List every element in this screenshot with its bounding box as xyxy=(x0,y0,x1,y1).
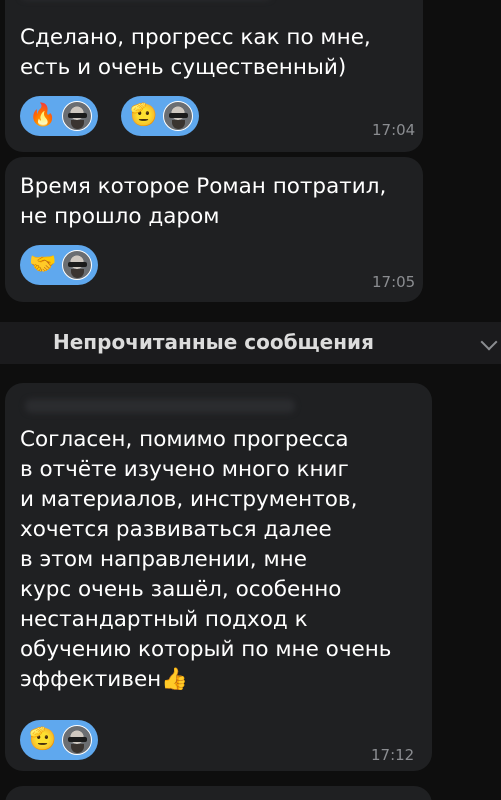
message-text: Согласен, помимо прогресса в отчёте изуч… xyxy=(20,427,392,692)
reaction-handshake[interactable]: 🤝 xyxy=(20,245,98,285)
message-bubble[interactable] xyxy=(5,786,432,800)
message-time: 17:05 xyxy=(372,273,416,291)
handshake-icon: 🤝 xyxy=(29,252,57,277)
reaction-fire[interactable]: 🔥 xyxy=(20,96,98,136)
avatar xyxy=(62,250,92,280)
reply-preview-blurred xyxy=(25,399,295,413)
message-time: 17:04 xyxy=(372,121,416,139)
avatar xyxy=(163,101,193,131)
salute-icon: 🫡 xyxy=(29,727,57,752)
avatar xyxy=(62,725,92,755)
message-time: 17:12 xyxy=(371,746,415,764)
message-text: Время которое Роман потратил, не прошло … xyxy=(20,174,387,229)
chat-view: Сделано, прогресс как по мне, есть и оче… xyxy=(0,0,501,800)
message-text: Сделано, прогресс как по мне, есть и оче… xyxy=(20,25,371,80)
salute-icon: 🫡 xyxy=(130,103,158,128)
reaction-salute[interactable]: 🫡 xyxy=(20,720,98,760)
fire-icon: 🔥 xyxy=(29,103,57,128)
reaction-salute[interactable]: 🫡 xyxy=(121,96,199,136)
avatar xyxy=(62,101,92,131)
unread-divider-label: Непрочитанные сообщения xyxy=(53,330,374,354)
